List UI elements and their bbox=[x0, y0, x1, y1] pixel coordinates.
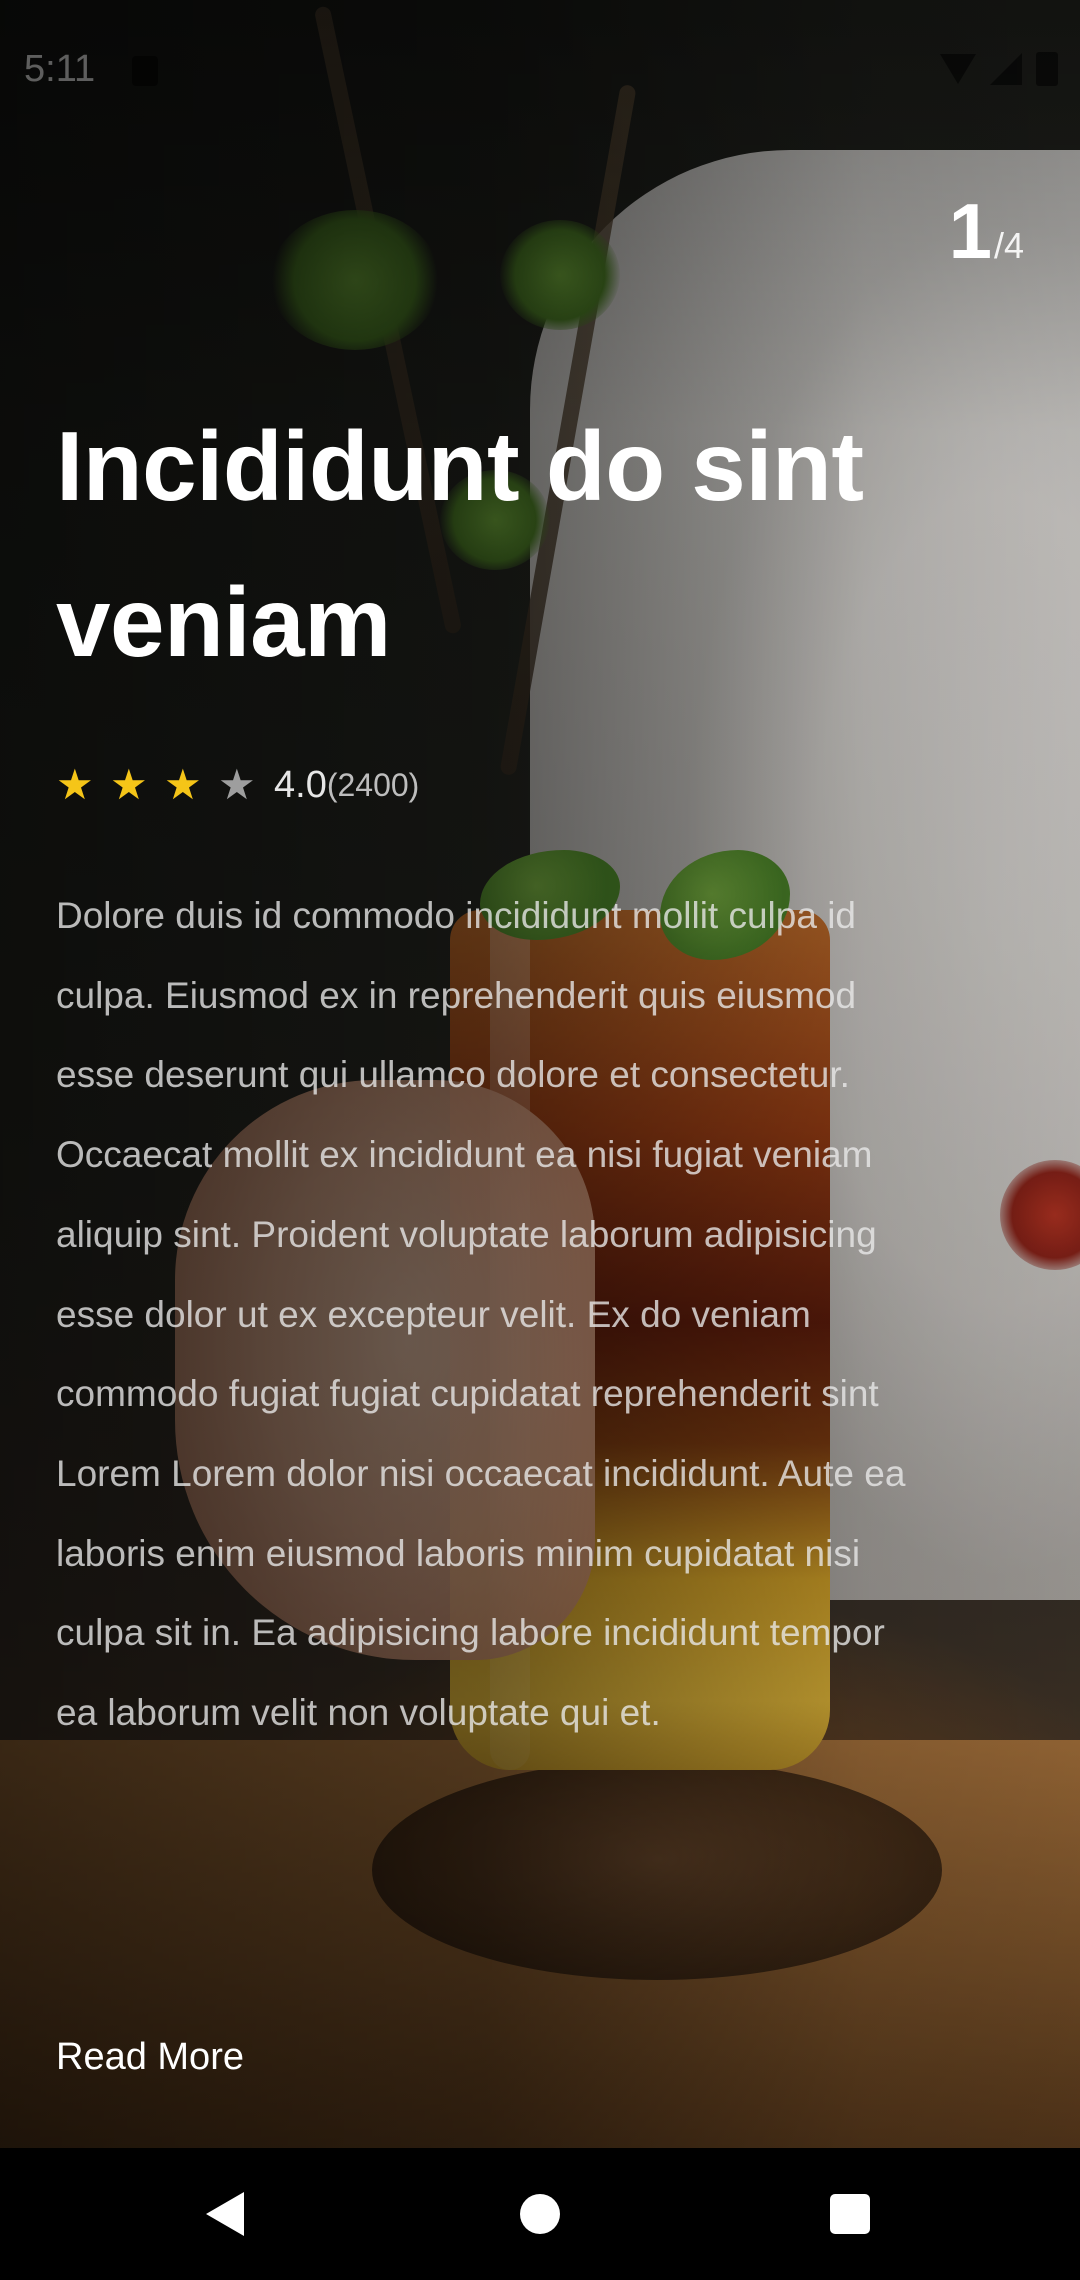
sim-card-icon bbox=[132, 56, 158, 86]
star-empty-icon: ★ bbox=[218, 761, 256, 808]
star-filled-icon: ★ bbox=[164, 761, 202, 808]
home-icon[interactable] bbox=[520, 2194, 560, 2234]
article-description: Dolore duis id commodo incididunt mollit… bbox=[56, 895, 906, 1734]
rating-stars: ★ ★ ★ ★ bbox=[56, 760, 272, 810]
status-bar: 5:11 bbox=[0, 0, 1080, 140]
screen: 5:11 1 /4 Incididunt do sint veniam ★ ★ ★ ★… bbox=[0, 0, 1080, 2280]
page-counter: 1 /4 bbox=[949, 186, 1024, 277]
recents-icon[interactable] bbox=[830, 2194, 870, 2234]
cell-signal-icon bbox=[990, 53, 1022, 85]
wifi-icon bbox=[940, 54, 976, 84]
back-icon[interactable] bbox=[206, 2192, 244, 2236]
rating-value: 4.0 bbox=[274, 763, 327, 806]
rating-count: (2400) bbox=[326, 766, 420, 803]
status-time: 5:11 bbox=[24, 48, 96, 90]
battery-icon bbox=[1036, 52, 1058, 86]
page-counter-current: 1 bbox=[948, 187, 992, 275]
rating: ★ ★ ★ ★ 4.0 (2400) bbox=[56, 760, 419, 810]
navigation-bar bbox=[0, 2148, 1080, 2280]
article-title: Incididunt do sint veniam bbox=[56, 411, 864, 677]
star-filled-icon: ★ bbox=[56, 761, 94, 808]
status-icons bbox=[940, 52, 1058, 86]
page-counter-total: /4 bbox=[993, 225, 1024, 266]
star-filled-icon: ★ bbox=[110, 761, 148, 808]
read-more-button[interactable]: Read More bbox=[56, 2036, 244, 2079]
